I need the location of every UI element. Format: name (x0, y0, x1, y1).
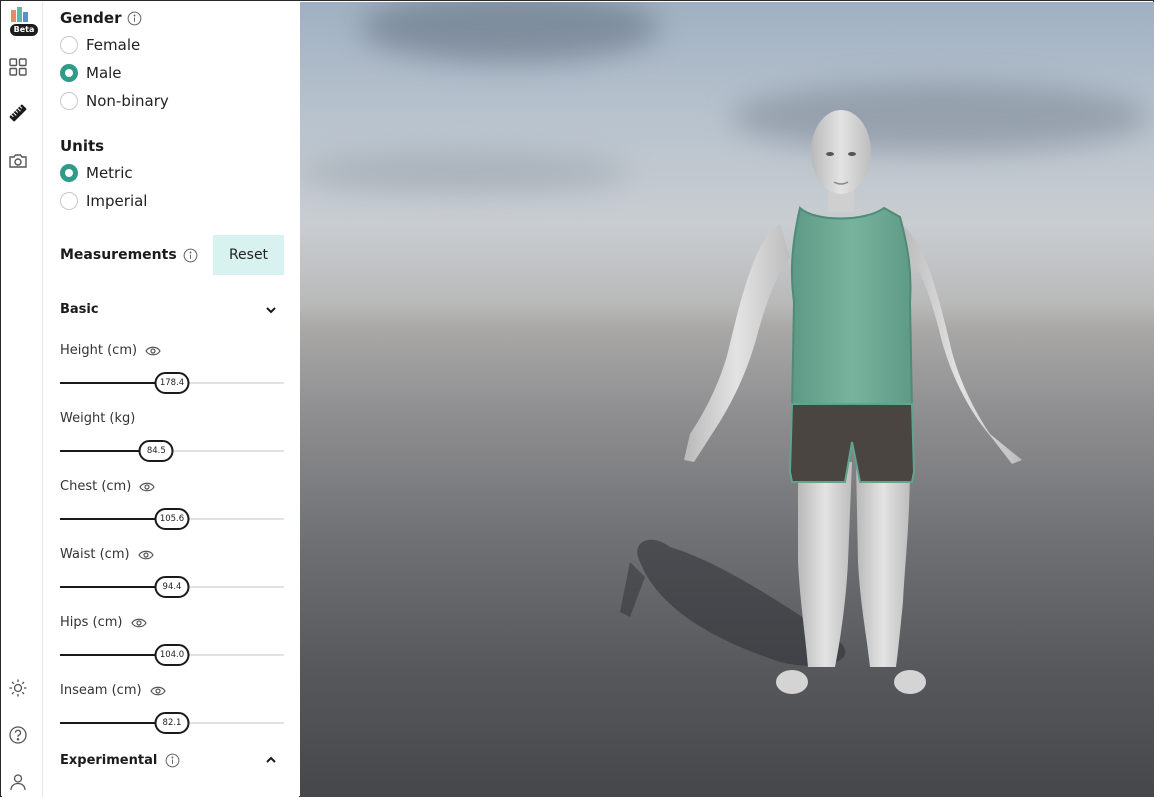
reset-button[interactable]: Reset (213, 235, 284, 275)
gender-title: Gender (60, 9, 122, 27)
eye-icon[interactable] (139, 481, 155, 493)
eye-icon[interactable] (145, 345, 161, 357)
gender-option-label: Male (86, 64, 122, 82)
slider-thumb[interactable]: 84.5 (138, 440, 174, 462)
measurements-info-icon[interactable] (183, 248, 198, 263)
radio-nonbinary[interactable] (60, 92, 78, 110)
icon-rail: Beta (2, 2, 43, 797)
left-leg (798, 462, 852, 667)
chevron-down-icon[interactable] (264, 303, 278, 317)
measurement-label: Inseam (cm) (60, 683, 166, 698)
measurement-label-text: Hips (cm) (60, 615, 123, 630)
app-window: Beta Gender Female Male Non-binary Units… (0, 0, 1154, 797)
measurement-label: Hips (cm) (60, 615, 147, 630)
gender-section-title: Gender (60, 9, 142, 27)
units-title: Units (60, 137, 105, 155)
measurement-slider[interactable]: 84.5 (60, 440, 284, 462)
units-section-title: Units (60, 137, 104, 155)
gender-info-icon[interactable] (127, 11, 142, 26)
units-option-label: Imperial (86, 192, 148, 210)
measurements-title: Measurements (60, 247, 177, 263)
radio-metric[interactable] (60, 164, 78, 182)
slider-thumb[interactable]: 104.0 (154, 644, 190, 666)
app-logo[interactable]: Beta (7, 6, 39, 36)
right-leg (856, 462, 910, 667)
measurement-label-text: Waist (cm) (60, 547, 130, 562)
avatar-3d-viewport[interactable] (300, 2, 1154, 797)
right-arm (900, 224, 1022, 464)
measurement-label-text: Weight (kg) (60, 411, 136, 426)
units-option-label: Metric (86, 164, 133, 182)
chevron-up-icon[interactable] (264, 753, 278, 767)
gender-option-female[interactable]: Female (60, 36, 140, 54)
radio-female[interactable] (60, 36, 78, 54)
measurement-label: Weight (kg) (60, 411, 135, 426)
user-icon[interactable] (8, 772, 28, 792)
eye-icon[interactable] (149, 685, 166, 697)
measurement-label-text: Chest (cm) (60, 479, 132, 494)
radio-imperial[interactable] (60, 192, 78, 210)
measurement-slider[interactable]: 94.4 (60, 576, 284, 598)
avatar-tank-top (790, 206, 914, 413)
sun-icon[interactable] (8, 678, 28, 698)
measurement-slider[interactable]: 82.1 (60, 712, 284, 734)
radio-male[interactable] (60, 64, 78, 82)
units-option-metric[interactable]: Metric (60, 164, 133, 182)
experimental-group-title: Experimental (60, 753, 180, 768)
units-option-imperial[interactable]: Imperial (60, 192, 147, 210)
left-arm (684, 224, 790, 462)
gender-option-male[interactable]: Male (60, 64, 122, 82)
measurement-label: Height (cm) (60, 343, 161, 358)
dashboard-icon[interactable] (8, 57, 28, 77)
measurement-slider[interactable]: 178.4 (60, 372, 284, 394)
measurement-label: Chest (cm) (60, 479, 155, 494)
measurement-label-text: Height (cm) (60, 343, 138, 358)
help-icon[interactable] (8, 725, 28, 745)
slider-thumb[interactable]: 178.4 (154, 372, 190, 394)
measurement-label-text: Inseam (cm) (60, 683, 142, 698)
basic-group-title: Basic (60, 302, 99, 317)
ruler-icon[interactable] (8, 103, 28, 123)
avatar-shorts (788, 403, 916, 483)
eye-icon[interactable] (130, 617, 147, 629)
eye-icon[interactable] (137, 549, 154, 561)
avatar-model (620, 110, 1022, 694)
settings-panel: Gender Female Male Non-binary Units Metr… (43, 2, 299, 797)
measurement-slider[interactable]: 105.6 (60, 508, 284, 530)
experimental-info-icon[interactable] (165, 753, 180, 768)
slider-thumb[interactable]: 94.4 (154, 576, 190, 598)
slider-thumb[interactable]: 82.1 (154, 712, 190, 734)
measurement-label: Waist (cm) (60, 547, 154, 562)
beta-badge: Beta (10, 24, 38, 36)
gender-option-label: Non-binary (86, 92, 169, 110)
slider-thumb[interactable]: 105.6 (154, 508, 190, 530)
avatar-head (811, 110, 871, 194)
measurements-section-title: Measurements (60, 247, 198, 263)
measurement-slider[interactable]: 104.0 (60, 644, 284, 666)
logo-icon (11, 7, 28, 22)
gender-option-nonbinary[interactable]: Non-binary (60, 92, 169, 110)
camera-icon[interactable] (8, 151, 28, 171)
gender-option-label: Female (86, 36, 141, 54)
experimental-label: Experimental (60, 753, 158, 768)
